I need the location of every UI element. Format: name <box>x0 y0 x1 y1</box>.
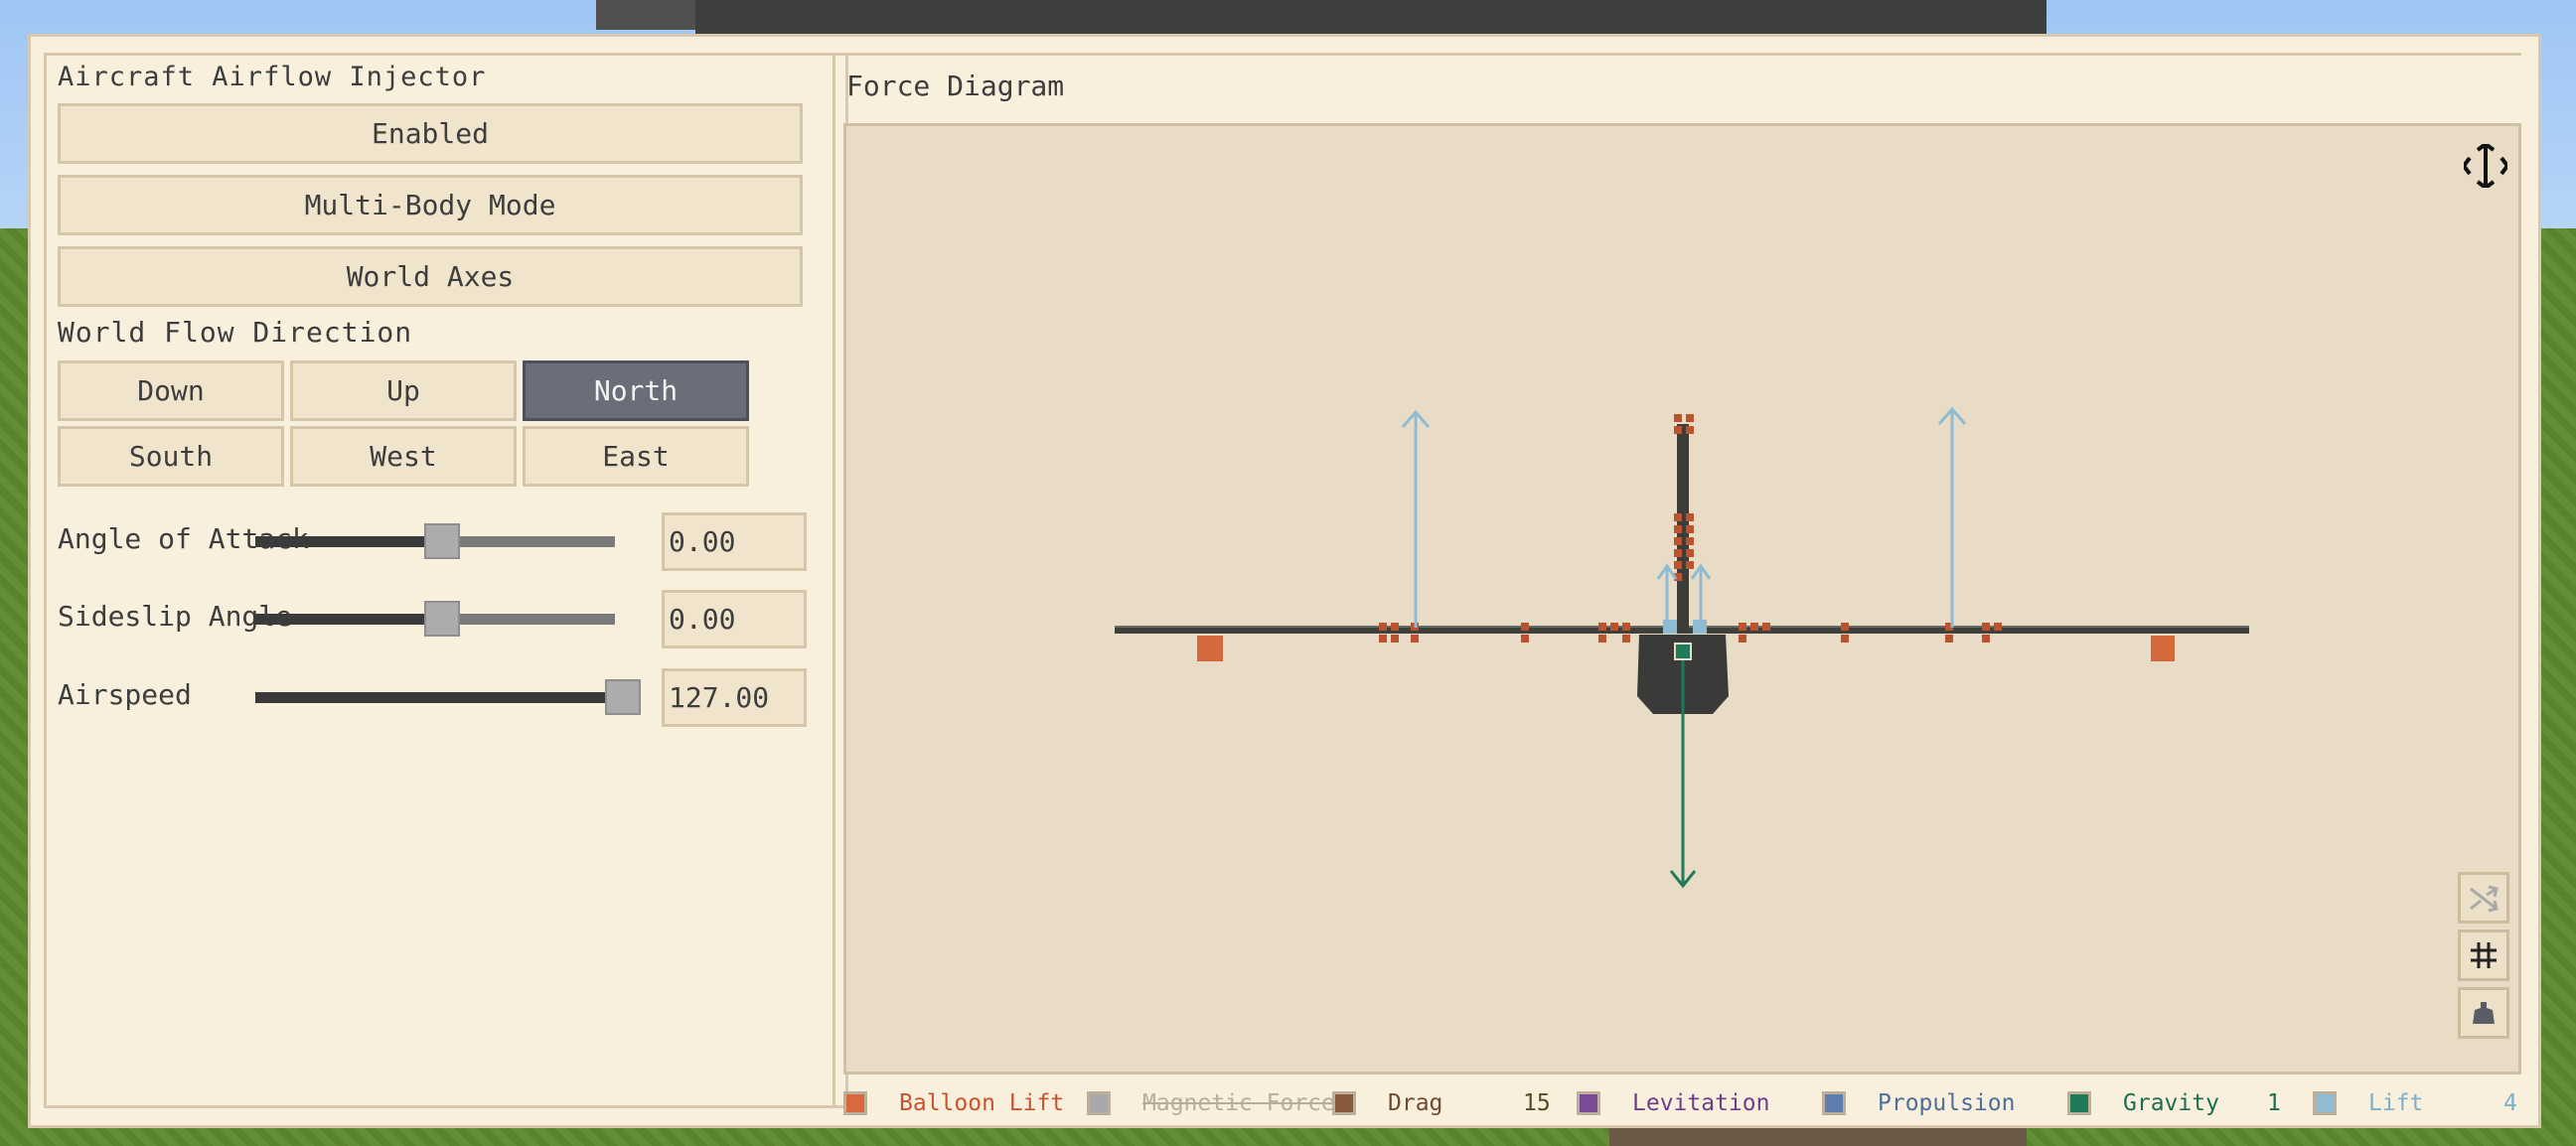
legend-label: Lift <box>2368 1090 2424 1116</box>
legend-label: Balloon Lift <box>899 1090 1065 1116</box>
balloon-lift-swatch <box>843 1091 867 1115</box>
aoa-value-input[interactable]: 0.00 <box>662 512 807 571</box>
aoa-slider-track[interactable] <box>454 536 615 547</box>
force-legend: Balloon Lift Magnetic Force Drag 15 Levi… <box>843 1088 2522 1118</box>
aircraft-force-diagram <box>1115 406 2249 889</box>
magnetic-force-swatch <box>1087 1091 1111 1115</box>
controls-panel: Aircraft Airflow Injector Enabled Multi-… <box>44 53 848 1108</box>
airspeed-label: Airspeed <box>58 678 192 711</box>
weight-icon <box>2473 1002 2495 1024</box>
gravity-swatch <box>2067 1091 2091 1115</box>
sideslip-value-input[interactable]: 0.00 <box>662 590 807 648</box>
multi-body-mode-button[interactable]: Multi-Body Mode <box>58 175 803 235</box>
grid-button[interactable] <box>2458 930 2509 981</box>
aoa-label: Angle of Attack <box>58 522 309 555</box>
force-diagram-panel: Force Diagram Balloon Lift Magnetic Forc… <box>833 53 2521 1116</box>
wing-tip-block-left <box>1197 636 1223 661</box>
drag-swatch <box>1332 1091 1356 1115</box>
legend-item-gravity[interactable]: Gravity 1 <box>2067 1088 2306 1118</box>
sideslip-slider-handle[interactable] <box>424 601 460 637</box>
direction-south-button[interactable]: South <box>58 426 284 487</box>
legend-label: Gravity <box>2123 1090 2219 1116</box>
legend-label: Propulsion <box>1878 1090 2016 1116</box>
move-arrows-icon[interactable] <box>2464 144 2507 188</box>
shuffle-icon <box>2470 885 2499 913</box>
sideslip-label: Sideslip Angle <box>58 600 293 633</box>
flow-direction-label: World Flow Direction <box>58 316 413 349</box>
grid-crosshair-icon <box>2471 942 2497 968</box>
lift-swatch <box>2313 1091 2337 1115</box>
panel-title: Aircraft Airflow Injector <box>58 62 487 92</box>
airspeed-slider-track-filled[interactable] <box>255 692 615 703</box>
diagram-title: Force Diagram <box>846 70 1065 102</box>
enabled-toggle-button[interactable]: Enabled <box>58 103 803 164</box>
direction-west-button[interactable]: West <box>290 426 517 487</box>
weight-button[interactable] <box>2458 987 2509 1039</box>
propulsion-swatch <box>1822 1091 1846 1115</box>
aoa-slider-handle[interactable] <box>424 523 460 559</box>
force-diagram-canvas[interactable] <box>843 123 2521 1074</box>
sideslip-slider-track[interactable] <box>454 614 615 625</box>
legend-count: 1 <box>2267 1090 2281 1116</box>
wing-tip-block-right <box>2151 636 2175 661</box>
direction-up-button[interactable]: Up <box>290 360 517 421</box>
legend-count: 4 <box>2503 1090 2517 1116</box>
legend-count: 15 <box>1523 1090 1551 1116</box>
shuffle-button[interactable] <box>2458 872 2509 924</box>
airflow-injector-window: Aircraft Airflow Injector Enabled Multi-… <box>28 34 2541 1128</box>
direction-down-button[interactable]: Down <box>58 360 284 421</box>
legend-item-lift[interactable]: Lift 4 <box>2313 1088 2521 1118</box>
legend-label: Levitation <box>1632 1090 1770 1116</box>
airspeed-slider-handle[interactable] <box>605 679 641 715</box>
legend-item-drag[interactable]: Drag 15 <box>1332 1088 1571 1118</box>
legend-label: Magnetic Force <box>1142 1090 1335 1116</box>
levitation-swatch <box>1577 1091 1600 1115</box>
direction-east-button[interactable]: East <box>523 426 749 487</box>
direction-north-button[interactable]: North <box>523 360 749 421</box>
airspeed-value-input[interactable]: 127.00 <box>662 668 807 727</box>
drag-markers <box>1379 414 2002 643</box>
legend-label: Drag <box>1388 1090 1443 1116</box>
world-axes-button[interactable]: World Axes <box>58 246 803 307</box>
